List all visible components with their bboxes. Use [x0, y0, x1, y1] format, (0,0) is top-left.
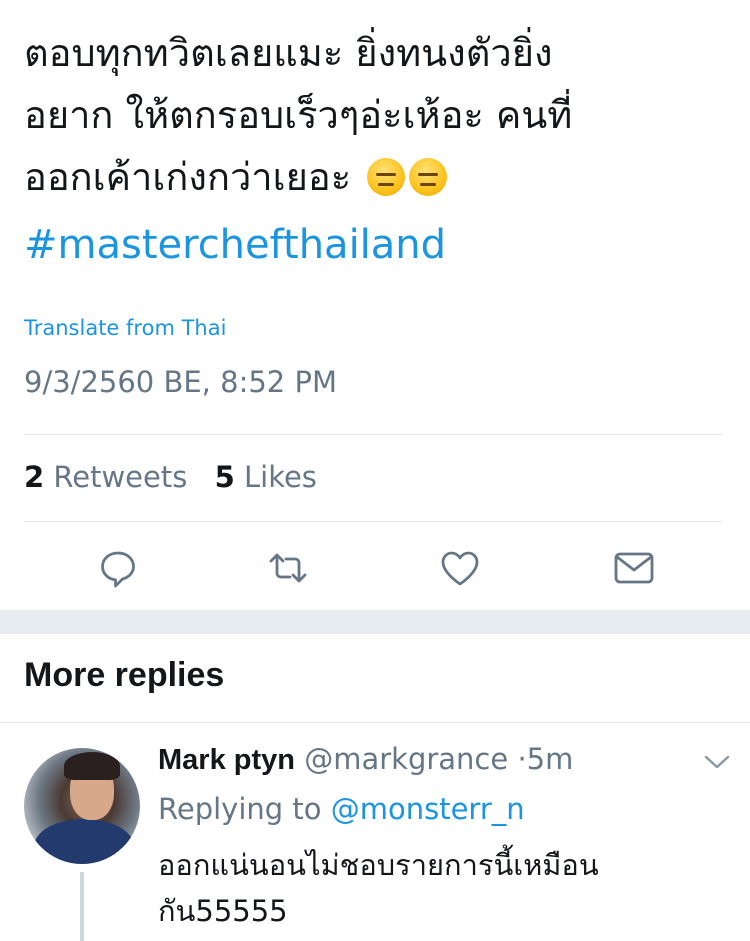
tweet-text: ตอบทุกทวิตเลยแมะ ยิ่งทนงตัวยิ่ง อยาก ให้…	[24, 22, 724, 208]
tweet-text-line-content: ออกเค้าเก่งกว่าเยอะ	[24, 155, 352, 199]
direct-message-icon[interactable]	[612, 546, 656, 590]
divider	[0, 722, 750, 723]
thread-line	[80, 872, 84, 941]
reply-time: 5m	[526, 742, 574, 776]
expressionless-face-emoji-icon	[367, 158, 406, 196]
tweet-timestamp: 9/3/2560 BE, 8:52 PM	[24, 365, 337, 399]
divider	[24, 434, 722, 435]
expressionless-face-emoji-icon	[409, 158, 448, 196]
tweet-text-line: อยาก ให้ตกรอบเร็วๆอ่ะเห้อะ คนที่	[24, 93, 573, 137]
tweet-text-line: ออกเค้าเก่งกว่าเยอะ	[24, 146, 724, 208]
section-separator	[0, 610, 750, 634]
replying-to-label: Replying to	[158, 792, 322, 826]
reply-handle[interactable]: @markgrance	[304, 742, 508, 776]
reply-text: ออกแน่นอนไม่ชอบรายการนี้เหมือน กัน55555	[158, 842, 678, 934]
likes-label[interactable]: Likes	[244, 460, 317, 494]
reply-header: Mark ptyn @markgrance ·5m	[158, 742, 573, 777]
tweet-text-line: ตอบทุกทวิตเลยแมะ ยิ่งทนงตัวยิ่ง	[24, 31, 553, 75]
translate-link[interactable]: Translate from Thai	[24, 316, 226, 340]
tweet-stats: 2 Retweets 5 Likes	[24, 460, 317, 494]
more-replies-heading: More replies	[24, 656, 225, 694]
replying-to-mention-link[interactable]: @monsterr_n	[331, 792, 525, 826]
retweet-icon[interactable]	[266, 546, 310, 590]
retweets-label[interactable]: Retweets	[53, 460, 187, 494]
reply-text-line: ออกแน่นอนไม่ชอบรายการนี้เหมือน	[158, 848, 599, 882]
reply-display-name[interactable]: Mark ptyn	[158, 744, 295, 776]
avatar[interactable]	[24, 748, 140, 864]
retweets-count[interactable]: 2	[24, 460, 44, 494]
hashtag-link[interactable]: #masterchefthailand	[24, 222, 446, 268]
reply-icon[interactable]	[96, 546, 140, 590]
tweet-actions-bar	[0, 546, 750, 590]
reply-tweet[interactable]: Mark ptyn @markgrance ·5m Replying to @m…	[0, 724, 750, 941]
like-icon[interactable]	[438, 546, 482, 590]
likes-count[interactable]: 5	[215, 460, 235, 494]
replying-to: Replying to @monsterr_n	[158, 792, 525, 826]
divider	[24, 521, 722, 522]
chevron-down-icon[interactable]	[704, 754, 730, 770]
separator-dot: ·	[517, 742, 527, 776]
reply-text-line: กัน55555	[158, 894, 288, 928]
